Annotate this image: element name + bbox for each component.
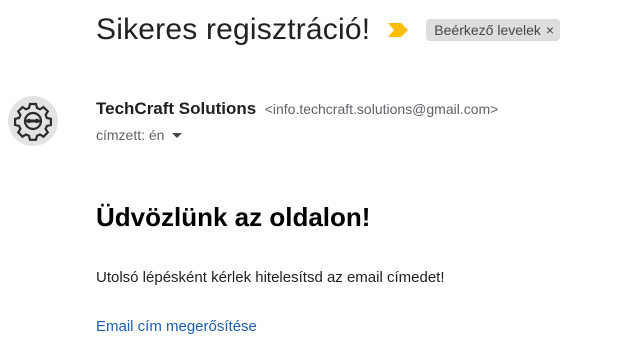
email-view: Sikeres regisztráció! Beérkező levelek ×: [0, 0, 633, 338]
recipient-line: címzett: én: [96, 127, 498, 143]
subject-row: Sikeres regisztráció! Beérkező levelek ×: [96, 8, 561, 52]
body-text: Utolsó lépésként kérlek hitelesítsd az e…: [96, 269, 445, 286]
sender-line: TechCraft Solutions <info.techcraft.solu…: [96, 99, 498, 119]
label-chip-text: Beérkező levelek: [434, 22, 541, 38]
sender-avatar[interactable]: [8, 96, 58, 146]
body-heading: Üdvözlünk az oldalon!: [96, 202, 371, 232]
recipient-details-dropdown-icon[interactable]: [172, 132, 183, 138]
confirm-email-link[interactable]: Email cím megerősítése: [96, 318, 257, 335]
sender-name[interactable]: TechCraft Solutions: [96, 99, 256, 118]
gear-logo-icon: [14, 102, 52, 141]
label-remove-icon[interactable]: ×: [546, 19, 554, 41]
recipient-text: címzett: én: [96, 127, 165, 143]
sender-block: TechCraft Solutions <info.techcraft.solu…: [96, 99, 498, 143]
sender-email: <info.techcraft.solutions@gmail.com>: [264, 101, 499, 117]
label-chip-inbox: Beérkező levelek ×: [426, 19, 561, 41]
importance-marker-icon[interactable]: [388, 20, 409, 40]
email-subject: Sikeres regisztráció!: [96, 13, 371, 46]
